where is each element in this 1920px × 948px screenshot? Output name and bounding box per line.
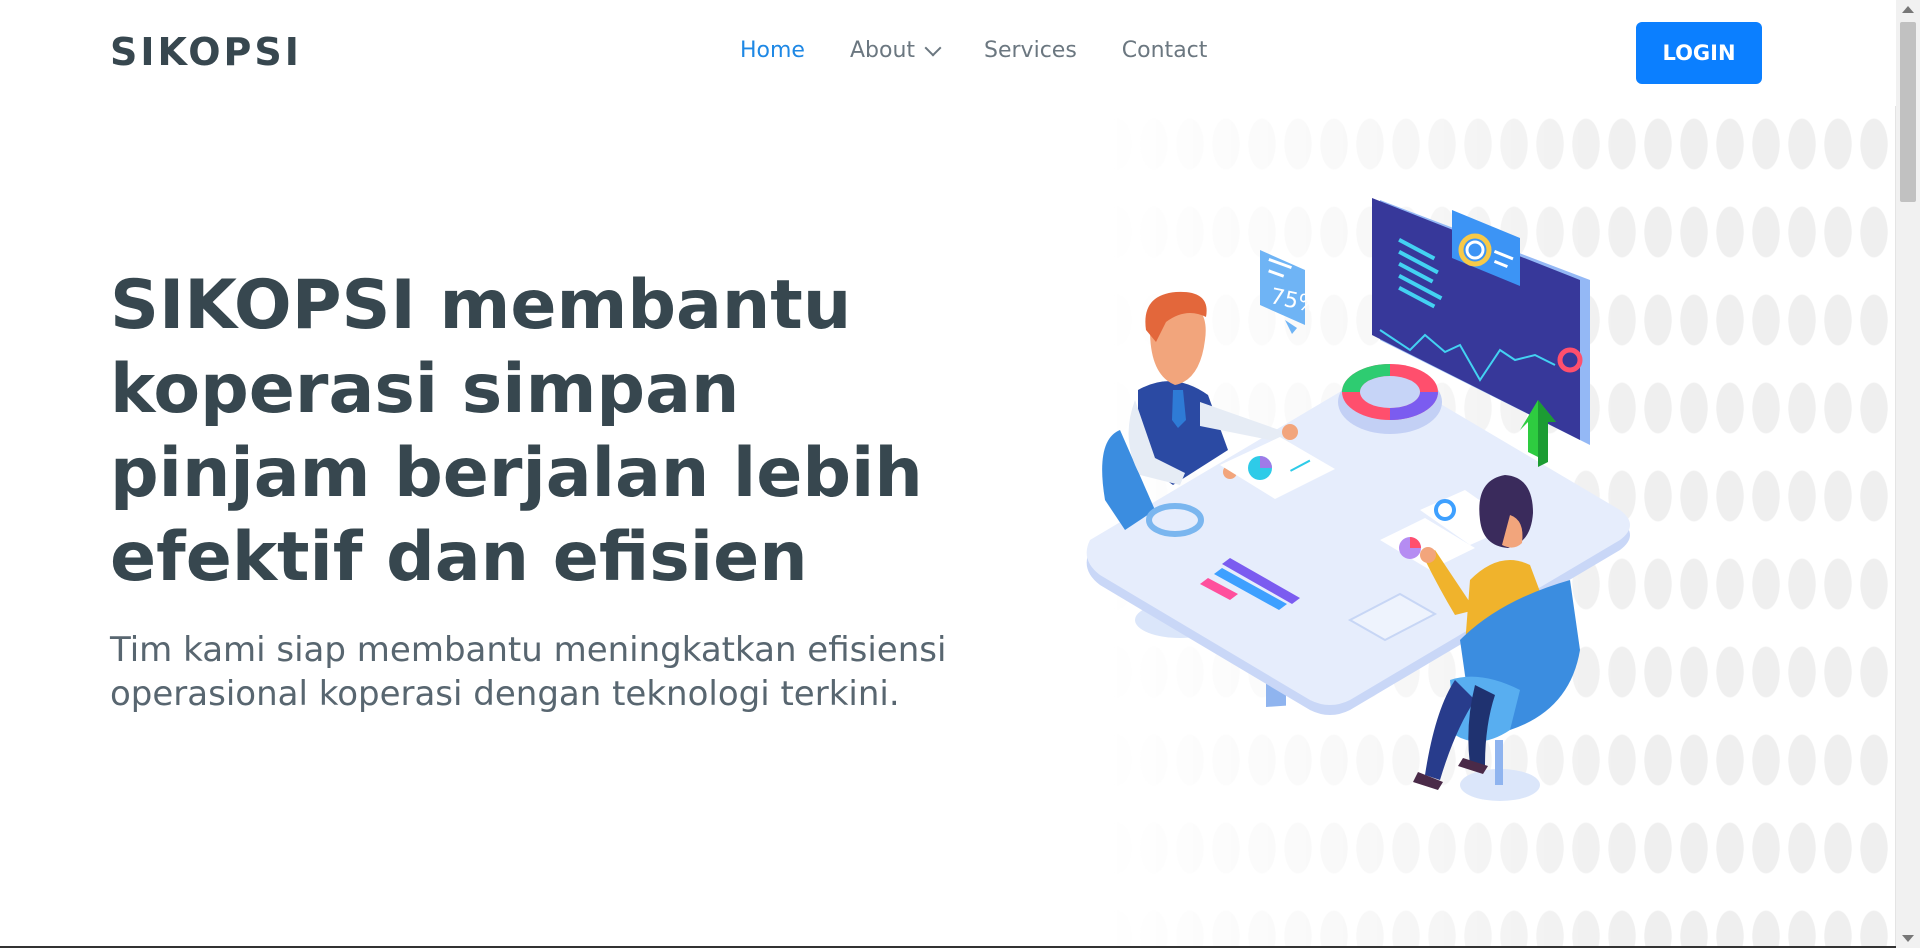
nav-item-home[interactable]: Home xyxy=(740,38,805,63)
site-header: SIKOPSI Home About Services Contact LOGI… xyxy=(0,0,1896,106)
main-nav: Home About Services Contact xyxy=(740,38,1252,63)
nav-item-services-label: Services xyxy=(984,38,1077,63)
hero-subtitle: Tim kami siap membantu meningkatkan efis… xyxy=(110,630,947,714)
vertical-scrollbar[interactable] xyxy=(1895,0,1920,948)
nav-item-about[interactable]: About xyxy=(849,38,942,63)
nav-item-about-label: About xyxy=(849,38,916,63)
chevron-down-icon xyxy=(924,39,942,56)
scroll-down-arrow-icon[interactable] xyxy=(1902,935,1914,942)
hero-title: SIKOPSI membantu koperasi simpan pinjam … xyxy=(110,266,923,597)
nav-item-home-label: Home xyxy=(740,38,805,63)
percent-badge: 75% xyxy=(1268,284,1321,319)
scroll-up-arrow-icon[interactable] xyxy=(1902,6,1914,13)
site-logo[interactable]: SIKOPSI xyxy=(110,30,302,74)
hero-illustration: 75% xyxy=(1086,198,1630,801)
nav-item-services[interactable]: Services xyxy=(984,38,1077,63)
scroll-thumb[interactable] xyxy=(1900,22,1916,202)
login-button[interactable]: LOGIN xyxy=(1636,22,1762,84)
nav-item-contact-label: Contact xyxy=(1121,38,1208,63)
nav-item-contact[interactable]: Contact xyxy=(1122,38,1208,63)
